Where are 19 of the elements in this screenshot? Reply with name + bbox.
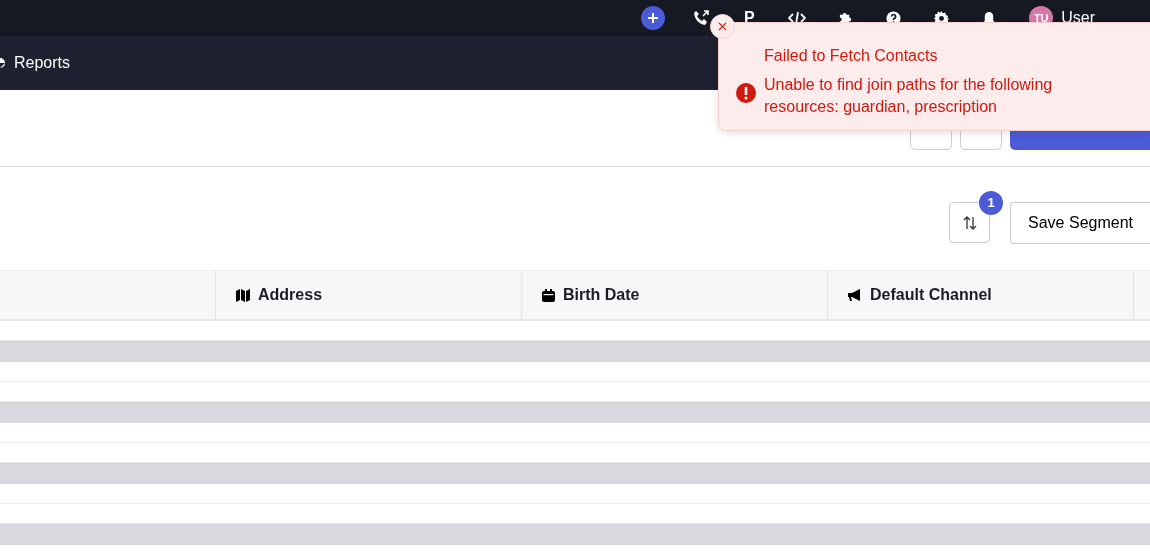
- nav-item[interactable]: Reports: [14, 51, 71, 75]
- code-icon[interactable]: [788, 11, 807, 25]
- save-segment-button[interactable]: Save Segment: [1010, 201, 1150, 244]
- error-icon: [736, 83, 756, 103]
- megaphone-icon: [848, 288, 862, 302]
- map-icon: [236, 288, 250, 302]
- plus-icon: [647, 12, 660, 24]
- phone-icon[interactable]: [693, 10, 710, 26]
- toast-title: Failed to Fetch Contacts: [764, 46, 939, 66]
- calendar-icon: [542, 288, 555, 302]
- sort-count-badge: 1: [979, 191, 1004, 215]
- toast-message: Unable to find join paths for the following resources: guardian, prescription: [764, 75, 1054, 117]
- nav-item-icon: [0, 57, 6, 69]
- column-header[interactable]: Address: [258, 283, 323, 307]
- add-button[interactable]: [641, 6, 666, 30]
- close-icon: [718, 22, 727, 31]
- column-header[interactable]: Birth Date: [563, 283, 640, 307]
- column-header[interactable]: Default Channel: [870, 283, 992, 307]
- sort-icon: [962, 216, 977, 231]
